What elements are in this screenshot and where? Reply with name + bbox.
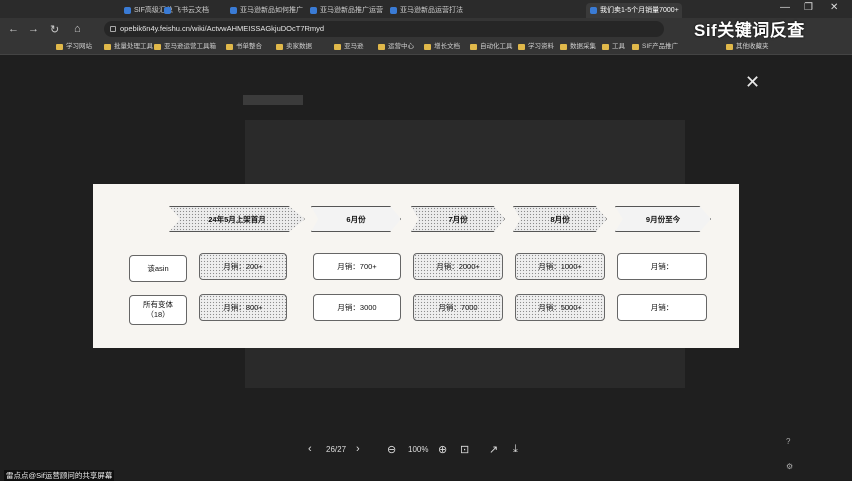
minimize-button[interactable]: — — [780, 2, 790, 13]
open-original-icon[interactable]: ↗ — [489, 443, 498, 456]
bookmark-item[interactable]: 批量处理工具 — [104, 42, 153, 52]
screen-share-caption: 雷点点@Sif运营顾问的共享屏幕 — [4, 470, 115, 481]
folder-icon — [560, 44, 567, 50]
settings-icon[interactable]: ⚙ — [786, 462, 793, 471]
tab-favicon-icon — [310, 7, 317, 14]
stage-arrow: 9月份至今 — [615, 206, 711, 232]
bookmark-item[interactable]: 其他收藏夹 — [726, 42, 769, 52]
bookmark-item[interactable]: 卖家数据 — [276, 42, 312, 52]
screen-share-watermark: Sif关键词反查 — [694, 21, 805, 40]
bookmark-item[interactable]: SIF产品推广 — [632, 42, 678, 52]
sales-cell: 月销：7000 — [413, 294, 503, 321]
next-page-button[interactable]: › — [356, 443, 360, 455]
background-doc-heading — [243, 95, 303, 105]
lock-icon — [110, 26, 116, 32]
stage-arrow: 6月份 — [311, 206, 401, 232]
fit-page-icon[interactable]: ⊡ — [460, 443, 469, 456]
stage-arrow: 7月份 — [411, 206, 505, 232]
stage-arrow: 8月份 — [513, 206, 607, 232]
folder-icon — [334, 44, 341, 50]
tab-favicon-icon — [124, 7, 131, 14]
folder-icon — [104, 44, 111, 50]
folder-icon — [470, 44, 477, 50]
close-viewer-icon[interactable]: ✕ — [745, 73, 760, 91]
bookmark-item[interactable]: 书单整合 — [226, 42, 262, 52]
folder-icon — [518, 44, 525, 50]
help-icon[interactable]: ? — [786, 437, 790, 446]
zoom-level: 100% — [408, 445, 429, 454]
page-indicator: 26/27 — [326, 445, 347, 454]
bookmark-item[interactable]: 自动化工具 — [470, 42, 513, 52]
bookmark-item[interactable]: 学习资料 — [518, 42, 554, 52]
folder-icon — [226, 44, 233, 50]
folder-icon — [154, 44, 161, 50]
sales-cell: 月销：700+ — [313, 253, 401, 280]
folder-icon — [56, 44, 63, 50]
restore-button[interactable]: ❐ — [804, 2, 813, 13]
folder-icon — [726, 44, 733, 50]
row-label: 该asin — [129, 255, 187, 282]
bookmark-item[interactable]: 数据采集 — [560, 42, 596, 52]
reload-icon[interactable]: ↻ — [50, 23, 59, 36]
tab-favicon-icon — [590, 7, 597, 14]
home-icon[interactable]: ⌂ — [74, 23, 81, 35]
sales-cell: 月销：2000+ — [413, 253, 503, 280]
stage-arrow: 24年5月上架首月 — [169, 206, 305, 232]
bookmark-item[interactable]: 学习网站 — [56, 42, 92, 52]
bookmark-item[interactable]: 亚马逊运营工具箱 — [154, 42, 216, 52]
zoom-out-icon[interactable]: ⊖ — [387, 443, 396, 456]
bookmark-item[interactable]: 运营中心 — [378, 42, 414, 52]
bookmark-item[interactable]: 增长文档 — [424, 42, 460, 52]
slide-image: 24年5月上架首月 6月份 7月份 8月份 9月份至今 该asin 月销：200… — [93, 184, 739, 348]
download-icon[interactable]: ⤓ — [513, 443, 518, 456]
tab-favicon-icon — [390, 7, 397, 14]
folder-icon — [378, 44, 385, 50]
folder-icon — [276, 44, 283, 50]
sales-cell: 月销： — [617, 294, 707, 321]
browser-tab[interactable]: 亚马逊新品运营打法 — [386, 3, 464, 18]
folder-icon — [602, 44, 609, 50]
folder-icon — [632, 44, 639, 50]
zoom-in-icon[interactable]: ⊕ — [438, 443, 447, 456]
browser-tab[interactable]: 亚马逊新品推广运营 — [306, 3, 384, 18]
tab-favicon-icon — [230, 7, 237, 14]
bookmark-item[interactable]: 工具 — [602, 42, 625, 52]
sales-cell: 月销：5000+ — [515, 294, 605, 321]
browser-tab-active[interactable]: 我们卖1-5个月销量7000+ — [586, 3, 682, 18]
sales-cell: 月销：800+ — [199, 294, 287, 321]
url-field[interactable]: opebik6n4y.feishu.cn/wiki/ActvwAHMEISSAG… — [104, 21, 664, 37]
sales-cell: 月销：3000 — [313, 294, 401, 321]
sales-cell: 月销： — [617, 253, 707, 280]
bookmark-item[interactable]: 亚马逊 — [334, 42, 364, 52]
tab-favicon-icon — [164, 7, 171, 14]
prev-page-button[interactable]: ‹ — [308, 443, 312, 455]
forward-icon[interactable]: → — [28, 23, 39, 35]
browser-tab[interactable]: 飞书云文档 — [160, 3, 220, 18]
row-label: 所有变体 （18） — [129, 295, 187, 325]
bookmarks-bar: 学习网站 批量处理工具 亚马逊运营工具箱 书单整合 卖家数据 亚马逊 运营中心 … — [0, 40, 852, 55]
sales-cell: 月销：1000+ — [515, 253, 605, 280]
folder-icon — [424, 44, 431, 50]
back-icon[interactable]: ← — [8, 23, 19, 35]
sales-cell: 月销：200+ — [199, 253, 287, 280]
close-window-button[interactable]: ✕ — [830, 2, 838, 13]
browser-tab[interactable]: 亚马逊新品如何推广 — [226, 3, 304, 18]
